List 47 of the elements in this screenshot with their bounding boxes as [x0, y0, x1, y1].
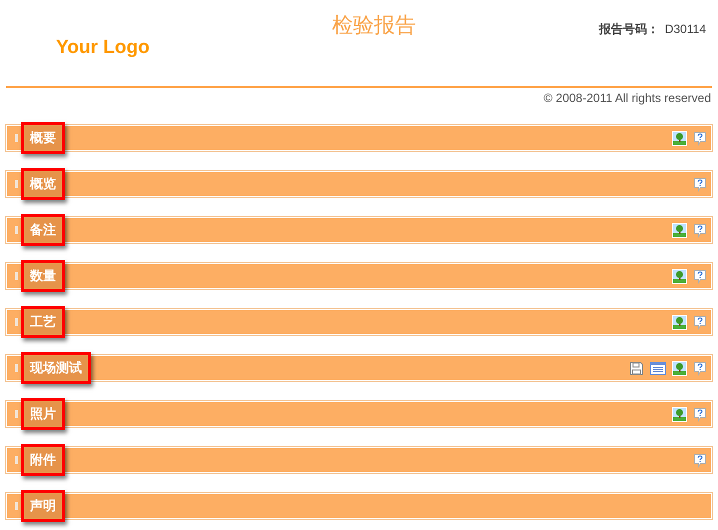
section-bar[interactable]: 附件 — [5, 446, 713, 474]
help-icon[interactable] — [693, 222, 707, 238]
bullet-icon — [15, 502, 18, 510]
landscape-icon[interactable] — [672, 360, 687, 376]
copyright-text: © 2008-2011 All rights reserved — [544, 90, 711, 107]
section-label[interactable]: 声明 — [21, 490, 65, 522]
landscape-icon[interactable] — [672, 406, 687, 422]
section-label[interactable]: 工艺 — [21, 306, 65, 338]
landscape-icon[interactable] — [672, 130, 687, 146]
section-label[interactable]: 附件 — [21, 444, 65, 476]
section-label[interactable]: 照片 — [21, 398, 65, 430]
bullet-icon — [15, 134, 18, 142]
section-label[interactable]: 概览 — [21, 168, 65, 200]
bullet-icon — [15, 456, 18, 464]
list-icon[interactable] — [650, 360, 666, 376]
logo: Your Logo — [56, 37, 150, 58]
report-title: 检验报告 — [332, 13, 416, 37]
section-bar[interactable]: 概要 — [5, 124, 713, 152]
help-icon[interactable] — [693, 314, 707, 330]
section-label[interactable]: 现场测试 — [21, 352, 91, 384]
report-number-label: 报告号码： — [598, 21, 659, 38]
section-bar[interactable]: 现场测试 — [5, 354, 713, 382]
help-icon[interactable] — [693, 130, 707, 146]
bullet-icon — [15, 226, 18, 234]
landscape-icon[interactable] — [672, 268, 687, 284]
help-icon[interactable] — [693, 452, 707, 468]
bullet-icon — [15, 364, 18, 372]
help-icon[interactable] — [693, 360, 707, 376]
bullet-icon — [15, 410, 18, 418]
section-bar[interactable]: 数量 — [5, 262, 713, 290]
section-bar[interactable]: 照片 — [5, 400, 713, 428]
landscape-icon[interactable] — [672, 222, 687, 238]
landscape-icon[interactable] — [672, 314, 687, 330]
section-label[interactable]: 概要 — [21, 122, 65, 154]
report-number: D30114 — [664, 21, 706, 38]
bullet-icon — [15, 318, 18, 326]
section-bar[interactable]: 备注 — [5, 216, 713, 244]
help-icon[interactable] — [693, 406, 707, 422]
section-label[interactable]: 备注 — [21, 214, 65, 246]
section-bar[interactable]: 工艺 — [5, 308, 713, 336]
bullet-icon — [15, 272, 18, 280]
help-icon[interactable] — [693, 176, 707, 192]
section-label[interactable]: 数量 — [21, 260, 65, 292]
bullet-icon — [15, 180, 18, 188]
section-bar[interactable]: 概览 — [5, 170, 713, 198]
help-icon[interactable] — [693, 268, 707, 284]
section-bar[interactable]: 声明 — [5, 492, 713, 520]
